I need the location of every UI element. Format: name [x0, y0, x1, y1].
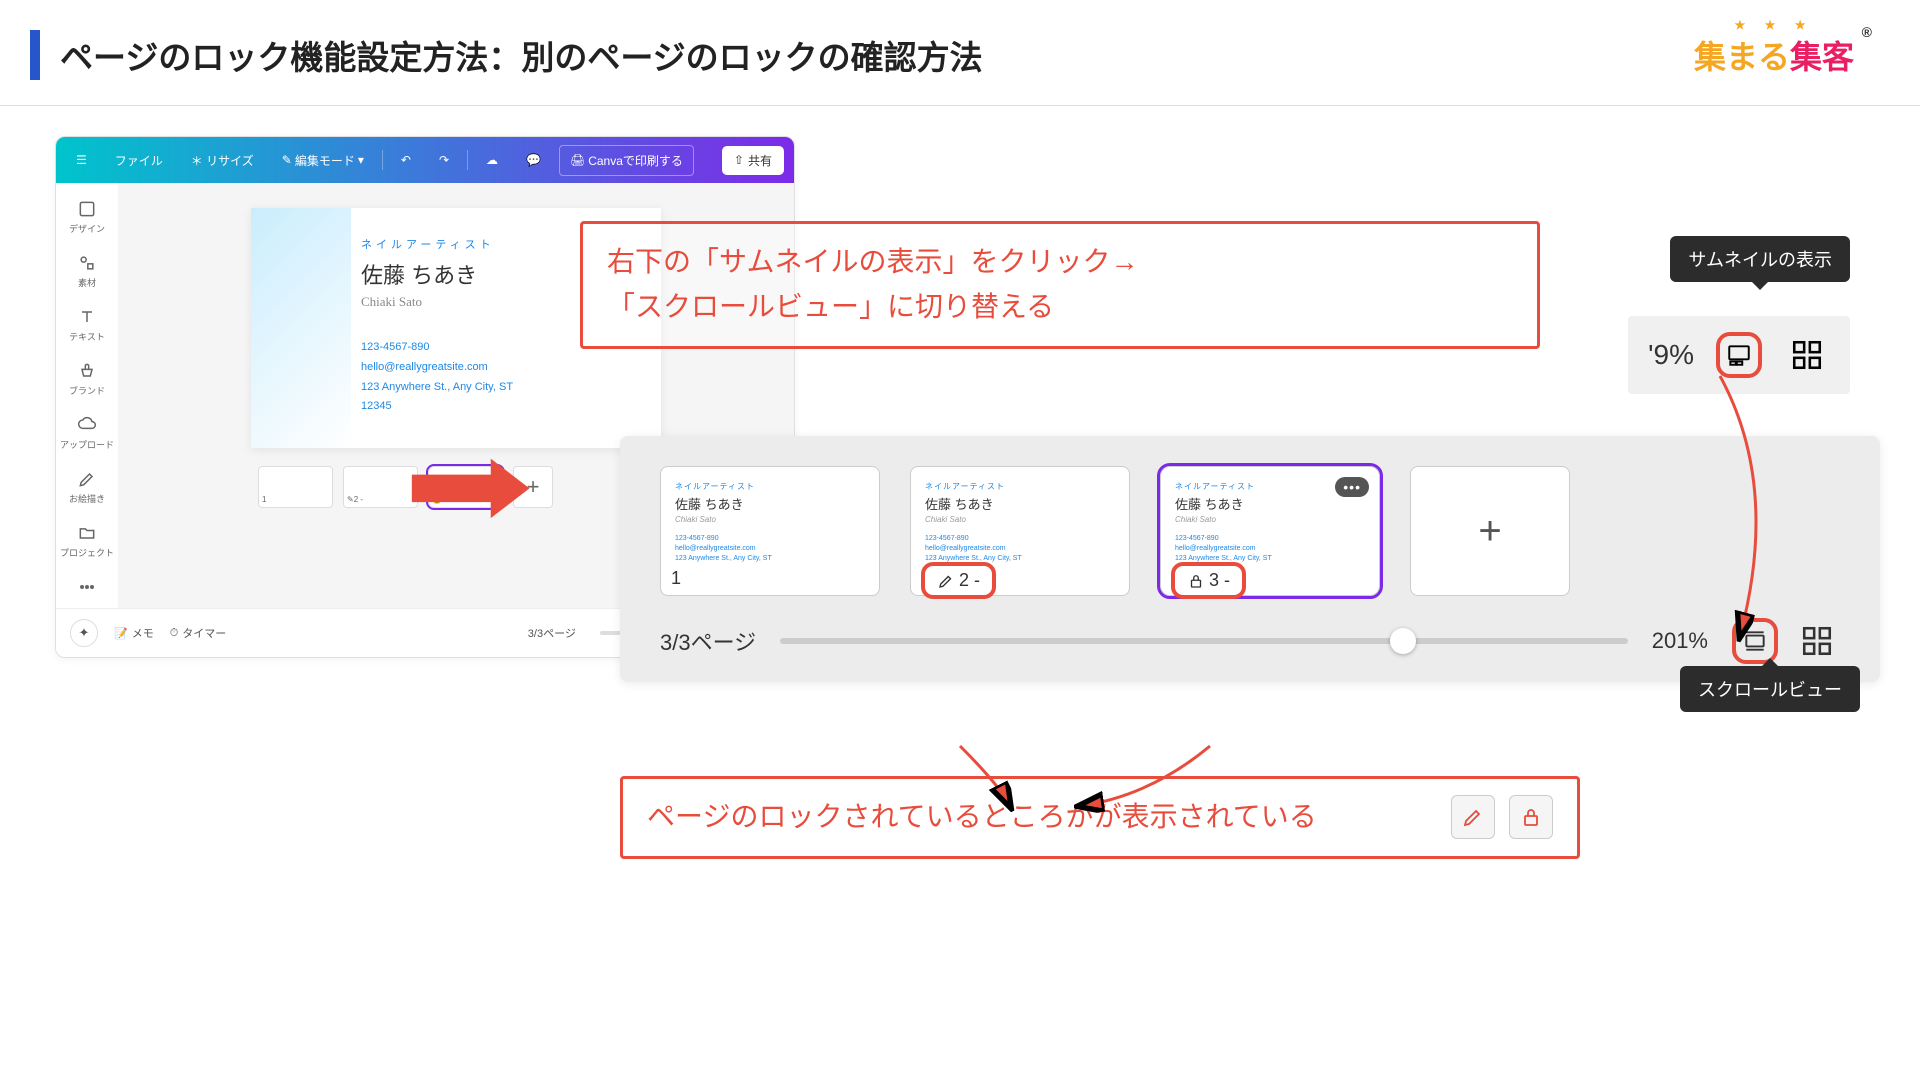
- sidebar-design[interactable]: デザイン: [56, 191, 118, 243]
- thumb-3-badge: 3 -: [1171, 562, 1246, 599]
- annotation-callout-2: ページのロックされているところがが表示されている: [620, 776, 1580, 859]
- grid-view-button-2[interactable]: [1794, 618, 1840, 664]
- page-counter: 3/3ページ: [660, 625, 756, 657]
- brand-logo: ★ ★ ★ 集まる集客 ®: [1688, 32, 1860, 78]
- tooltip-scroll-view: スクロールビュー: [1680, 666, 1860, 712]
- thumb-number: 1: [671, 568, 681, 589]
- thumbnail-view-button[interactable]: [1716, 332, 1762, 378]
- magic-icon[interactable]: ✦: [70, 619, 98, 647]
- add-page-button[interactable]: +: [1410, 466, 1570, 596]
- thumb-menu-icon[interactable]: •••: [1335, 477, 1369, 497]
- card-contact: 123-4567-890 hello@reallygreatsite.com 1…: [361, 338, 633, 417]
- page-thumb-2[interactable]: ネイルアーティスト 佐藤 ちあき Chiaki Sato 123-4567-89…: [910, 466, 1130, 596]
- zoom-slider[interactable]: [780, 638, 1628, 644]
- tooltip-thumbnail-view: サムネイルの表示: [1670, 236, 1850, 282]
- sidebar-draw[interactable]: お絵描き: [56, 461, 118, 513]
- sidebar-brand[interactable]: ブランド: [56, 353, 118, 405]
- comment-icon[interactable]: 💬: [516, 147, 551, 173]
- sidebar-projects[interactable]: プロジェクト: [56, 515, 118, 567]
- timer-button[interactable]: ⏱ タイマー: [170, 625, 227, 641]
- hamburger-icon[interactable]: ☰: [66, 147, 97, 173]
- sidebar-more[interactable]: [56, 569, 118, 608]
- zoom-value: '9%: [1648, 339, 1694, 371]
- thumb-1[interactable]: 1: [258, 466, 333, 508]
- canva-toolbar: ☰ ファイル ＊ リサイズ ✎ 編集モード ▾ ↶ ↷ ☁ 💬 🖨 Canvaで…: [56, 137, 794, 183]
- edit-icon: [1451, 795, 1495, 839]
- sidebar-text[interactable]: テキスト: [56, 299, 118, 351]
- canva-sidebar: デザイン 素材 テキスト ブランド アップロード お絵描き プロジェクト: [56, 183, 118, 608]
- arrow-right-icon: ➡: [403, 416, 534, 555]
- accent-bar: [30, 30, 40, 80]
- zoom-panel-top: '9%: [1628, 316, 1850, 394]
- page-thumb-1[interactable]: ネイルアーティスト 佐藤 ちあき Chiaki Sato 123-4567-89…: [660, 466, 880, 596]
- sidebar-upload[interactable]: アップロード: [56, 407, 118, 459]
- page-indicator: 3/3ページ: [528, 625, 576, 641]
- thumbnail-panel: ネイルアーティスト 佐藤 ちあき Chiaki Sato 123-4567-89…: [620, 436, 1880, 682]
- page-thumb-3[interactable]: ••• ネイルアーティスト 佐藤 ちあき Chiaki Sato 123-456…: [1160, 466, 1380, 596]
- memo-button[interactable]: 📝 メモ: [114, 625, 154, 641]
- sidebar-elements[interactable]: 素材: [56, 245, 118, 297]
- thumb-2-badge: 2 -: [921, 562, 996, 599]
- annotation-callout-1: 右下の「サムネイルの表示」をクリック→ 「スクロールビュー」に切り替える: [580, 221, 1540, 349]
- lock-icon: [1187, 572, 1205, 590]
- redo-icon[interactable]: ↷: [429, 147, 459, 173]
- share-button[interactable]: ⇧ 共有: [722, 146, 784, 175]
- lock-icon: [1509, 795, 1553, 839]
- undo-icon[interactable]: ↶: [391, 147, 421, 173]
- page-title: ページのロック機能設定方法：別のページのロックの確認方法: [60, 31, 983, 79]
- resize-menu[interactable]: ＊ リサイズ: [181, 146, 264, 175]
- file-menu[interactable]: ファイル: [105, 146, 173, 175]
- page-header: ページのロック機能設定方法：別のページのロックの確認方法 ★ ★ ★ 集まる集客…: [0, 0, 1920, 106]
- edit-lock-icon: [937, 572, 955, 590]
- zoom-percent: 201%: [1652, 628, 1708, 654]
- print-button[interactable]: 🖨 Canvaで印刷する: [559, 145, 694, 176]
- edit-mode-menu[interactable]: ✎ 編集モード ▾: [272, 146, 374, 175]
- cloud-icon[interactable]: ☁: [476, 147, 508, 173]
- grid-view-button[interactable]: [1784, 332, 1830, 378]
